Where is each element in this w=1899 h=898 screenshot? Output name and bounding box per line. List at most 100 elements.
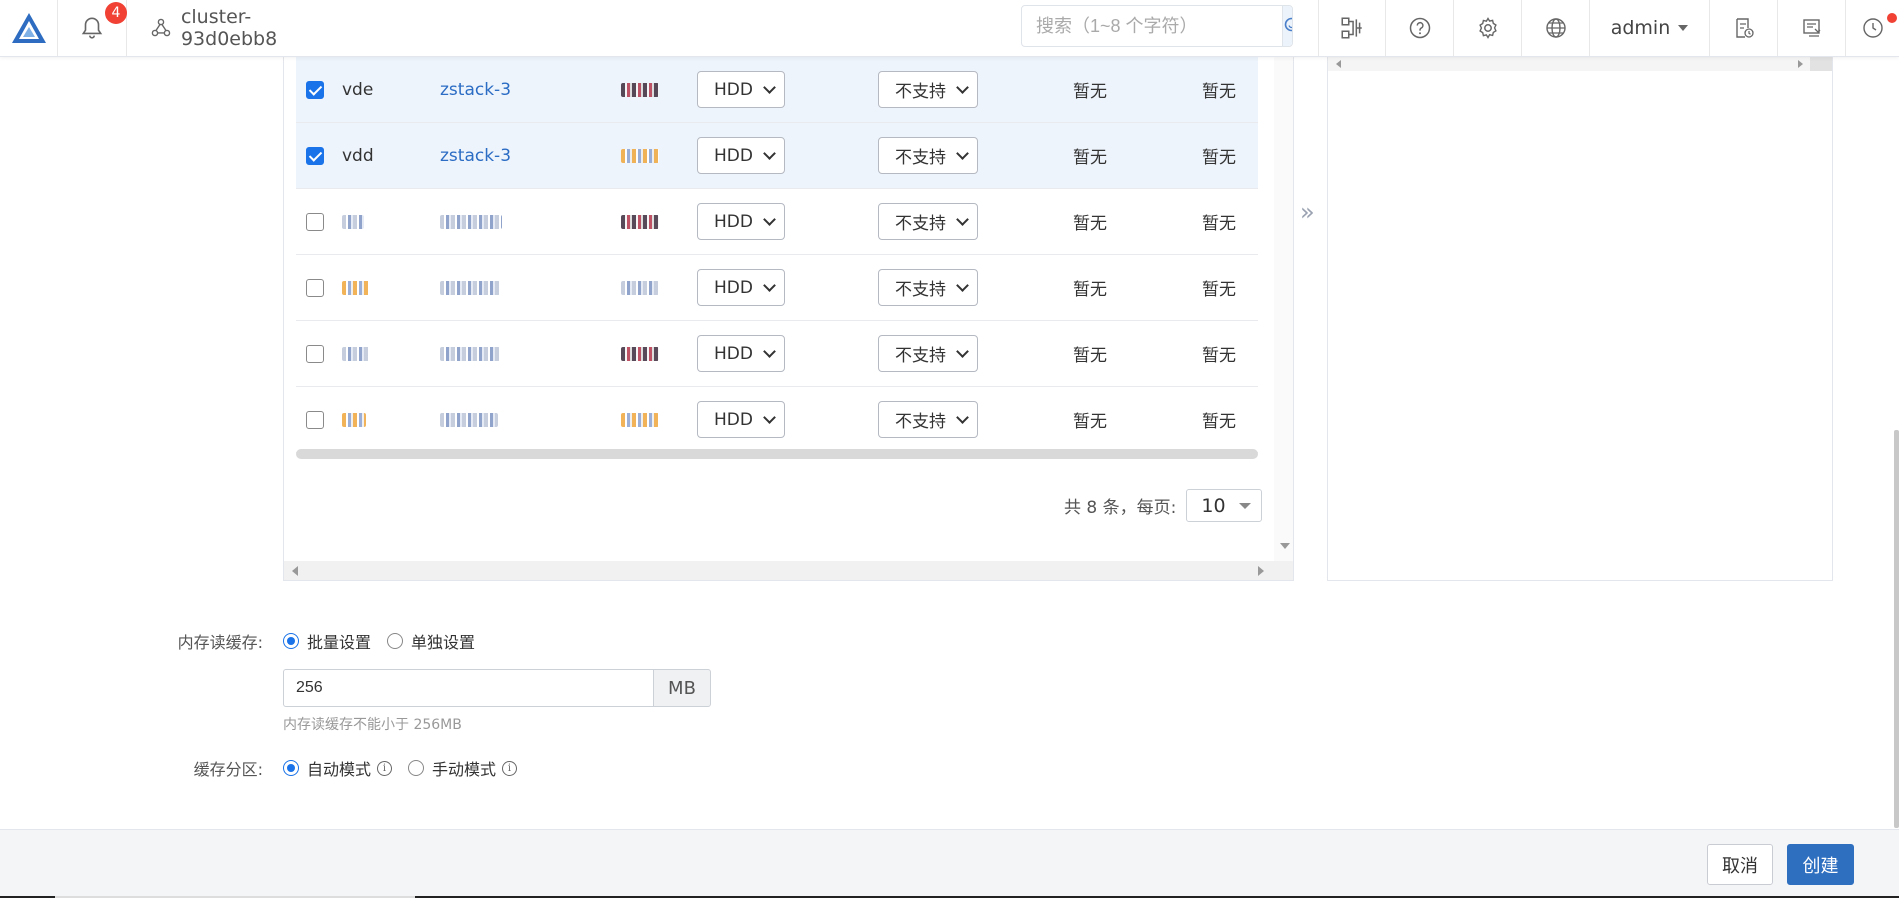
user-menu[interactable]: admin <box>1590 0 1710 56</box>
feature-select[interactable]: 不支持 <box>878 401 978 438</box>
row-checkbox[interactable] <box>306 146 324 165</box>
topology-button[interactable] <box>1318 0 1386 56</box>
host-cell[interactable] <box>440 255 580 320</box>
disk-type-cell[interactable]: HDD <box>697 255 787 320</box>
feature-select[interactable]: 不支持 <box>878 335 978 372</box>
radio-individual[interactable] <box>387 633 404 649</box>
history-button[interactable] <box>1846 0 1899 56</box>
scroll-left-arrow-icon[interactable] <box>292 566 298 576</box>
scroll-right-arrow-icon[interactable] <box>1798 60 1803 68</box>
memory-cache-size-input[interactable] <box>283 669 653 707</box>
table-row[interactable]: HDD 不支持 暂无 暂无 <box>296 255 1258 321</box>
cancel-button[interactable]: 取消 <box>1707 844 1773 885</box>
row-checkbox[interactable] <box>306 80 324 99</box>
feature-cell[interactable]: 不支持 <box>878 123 980 188</box>
row-checkbox-cell[interactable] <box>306 387 326 452</box>
page-size-select[interactable]: 10 <box>1186 489 1263 522</box>
memory-cache-option-individual[interactable]: 单独设置 <box>387 629 475 653</box>
row-checkbox-cell[interactable] <box>306 255 326 320</box>
cluster-selector[interactable]: cluster-93d0ebb8 <box>127 0 347 56</box>
search-button[interactable] <box>1282 6 1292 46</box>
table-row[interactable]: HDD 不支持 暂无 暂无 <box>296 189 1258 255</box>
form-footer: 取消 创建 <box>0 829 1899 898</box>
cache-partition-option-manual[interactable]: 手动模式 i <box>408 756 518 780</box>
help-button[interactable] <box>1386 0 1454 56</box>
search-input[interactable] <box>1022 6 1282 46</box>
row-checkbox[interactable] <box>306 410 324 429</box>
row-checkbox-cell[interactable] <box>306 123 326 188</box>
settings-button[interactable] <box>1454 0 1522 56</box>
language-button[interactable] <box>1522 0 1590 56</box>
disk-type-cell[interactable]: HDD <box>697 321 787 386</box>
feature-cell[interactable]: 不支持 <box>878 255 980 320</box>
feature-select[interactable]: 不支持 <box>878 269 978 306</box>
row-checkbox-cell[interactable] <box>306 321 326 386</box>
gear-icon <box>1478 17 1497 39</box>
radio-manual[interactable] <box>408 760 425 776</box>
memory-cache-option-batch[interactable]: 批量设置 <box>283 629 371 653</box>
host-cell[interactable] <box>440 387 580 452</box>
disk-type-select[interactable]: HDD <box>697 269 785 306</box>
disk-name-redacted <box>342 412 366 427</box>
row-checkbox[interactable] <box>306 278 324 297</box>
disk-type-select[interactable]: HDD <box>697 335 785 372</box>
host-cell[interactable]: zstack-3 <box>440 57 580 122</box>
disk-type-select[interactable]: HDD <box>697 71 785 108</box>
chevron-down-icon <box>763 278 776 292</box>
selected-panel-scrollbar[interactable] <box>1328 57 1832 71</box>
logo[interactable] <box>0 0 58 56</box>
info-icon[interactable]: i <box>502 760 518 776</box>
feature-value: 不支持 <box>895 148 946 168</box>
feature-cell[interactable]: 不支持 <box>878 387 980 452</box>
host-cell[interactable] <box>440 189 580 254</box>
create-button[interactable]: 创建 <box>1787 844 1854 885</box>
status-cell: 暂无 <box>1073 214 1107 234</box>
disk-type-cell[interactable]: HDD <box>697 57 787 122</box>
disk-type-select[interactable]: HDD <box>697 137 785 174</box>
radio-batch[interactable] <box>283 633 299 649</box>
disk-type-cell[interactable]: HDD <box>697 123 787 188</box>
table-horizontal-scrollbar[interactable] <box>296 449 1258 459</box>
disk-name-redacted <box>342 280 370 295</box>
host-cell[interactable]: zstack-3 <box>440 123 580 188</box>
feature-cell[interactable]: 不支持 <box>878 189 980 254</box>
top-navigation-bar: 4 cluster-93d0ebb8 搜索（1~8 个字符） admin <box>0 0 1899 57</box>
operation-log-button[interactable] <box>1778 0 1846 56</box>
table-row[interactable]: HDD 不支持 暂无 暂无 <box>296 387 1258 453</box>
disk-type-select[interactable]: HDD <box>697 203 785 240</box>
info-icon[interactable]: i <box>377 760 393 776</box>
notifications-button[interactable]: 4 <box>58 0 127 56</box>
scroll-left-arrow-icon[interactable] <box>1336 60 1341 68</box>
feature-select[interactable]: 不支持 <box>878 137 978 174</box>
cache-partition-option-auto[interactable]: 自动模式 i <box>283 756 393 780</box>
scroll-right-arrow-icon[interactable] <box>1258 566 1264 576</box>
log-icon <box>1802 19 1820 37</box>
page-vertical-scrollbar[interactable] <box>1894 430 1899 828</box>
memory-cache-mode-group: 批量设置 单独设置 <box>283 629 491 653</box>
disk-type-select[interactable]: HDD <box>697 401 785 438</box>
row-checkbox[interactable] <box>306 344 324 363</box>
disk-type-cell[interactable]: HDD <box>697 189 787 254</box>
panel-vertical-scrollbar[interactable] <box>1274 57 1293 562</box>
row-checkbox-cell[interactable] <box>306 189 326 254</box>
feature-cell[interactable]: 不支持 <box>878 321 980 386</box>
row-checkbox-cell[interactable] <box>306 57 326 122</box>
table-row[interactable]: HDD 不支持 暂无 暂无 <box>296 321 1258 387</box>
scroll-down-arrow-icon[interactable] <box>1280 543 1290 549</box>
host-link[interactable]: zstack-3 <box>440 146 511 166</box>
table-row[interactable]: vde zstack-3 HDD 不支持 暂无 暂无 <box>296 57 1258 123</box>
host-link[interactable]: zstack-3 <box>440 80 511 100</box>
feature-cell[interactable]: 不支持 <box>878 57 980 122</box>
radio-auto[interactable] <box>283 760 299 776</box>
row-checkbox[interactable] <box>306 212 324 231</box>
disk-type-cell[interactable]: HDD <box>697 387 787 452</box>
task-list-button[interactable] <box>1710 0 1778 56</box>
panel-horizontal-scrollbar[interactable] <box>284 561 1293 580</box>
scrollbar-thumb[interactable] <box>1810 57 1832 71</box>
host-cell[interactable] <box>440 321 580 386</box>
feature-select[interactable]: 不支持 <box>878 203 978 240</box>
feature-select[interactable]: 不支持 <box>878 71 978 108</box>
capacity-redacted <box>621 346 659 361</box>
transfer-right-button[interactable]: » <box>1300 198 1315 226</box>
table-row[interactable]: vdd zstack-3 HDD 不支持 暂无 暂无 <box>296 123 1258 189</box>
